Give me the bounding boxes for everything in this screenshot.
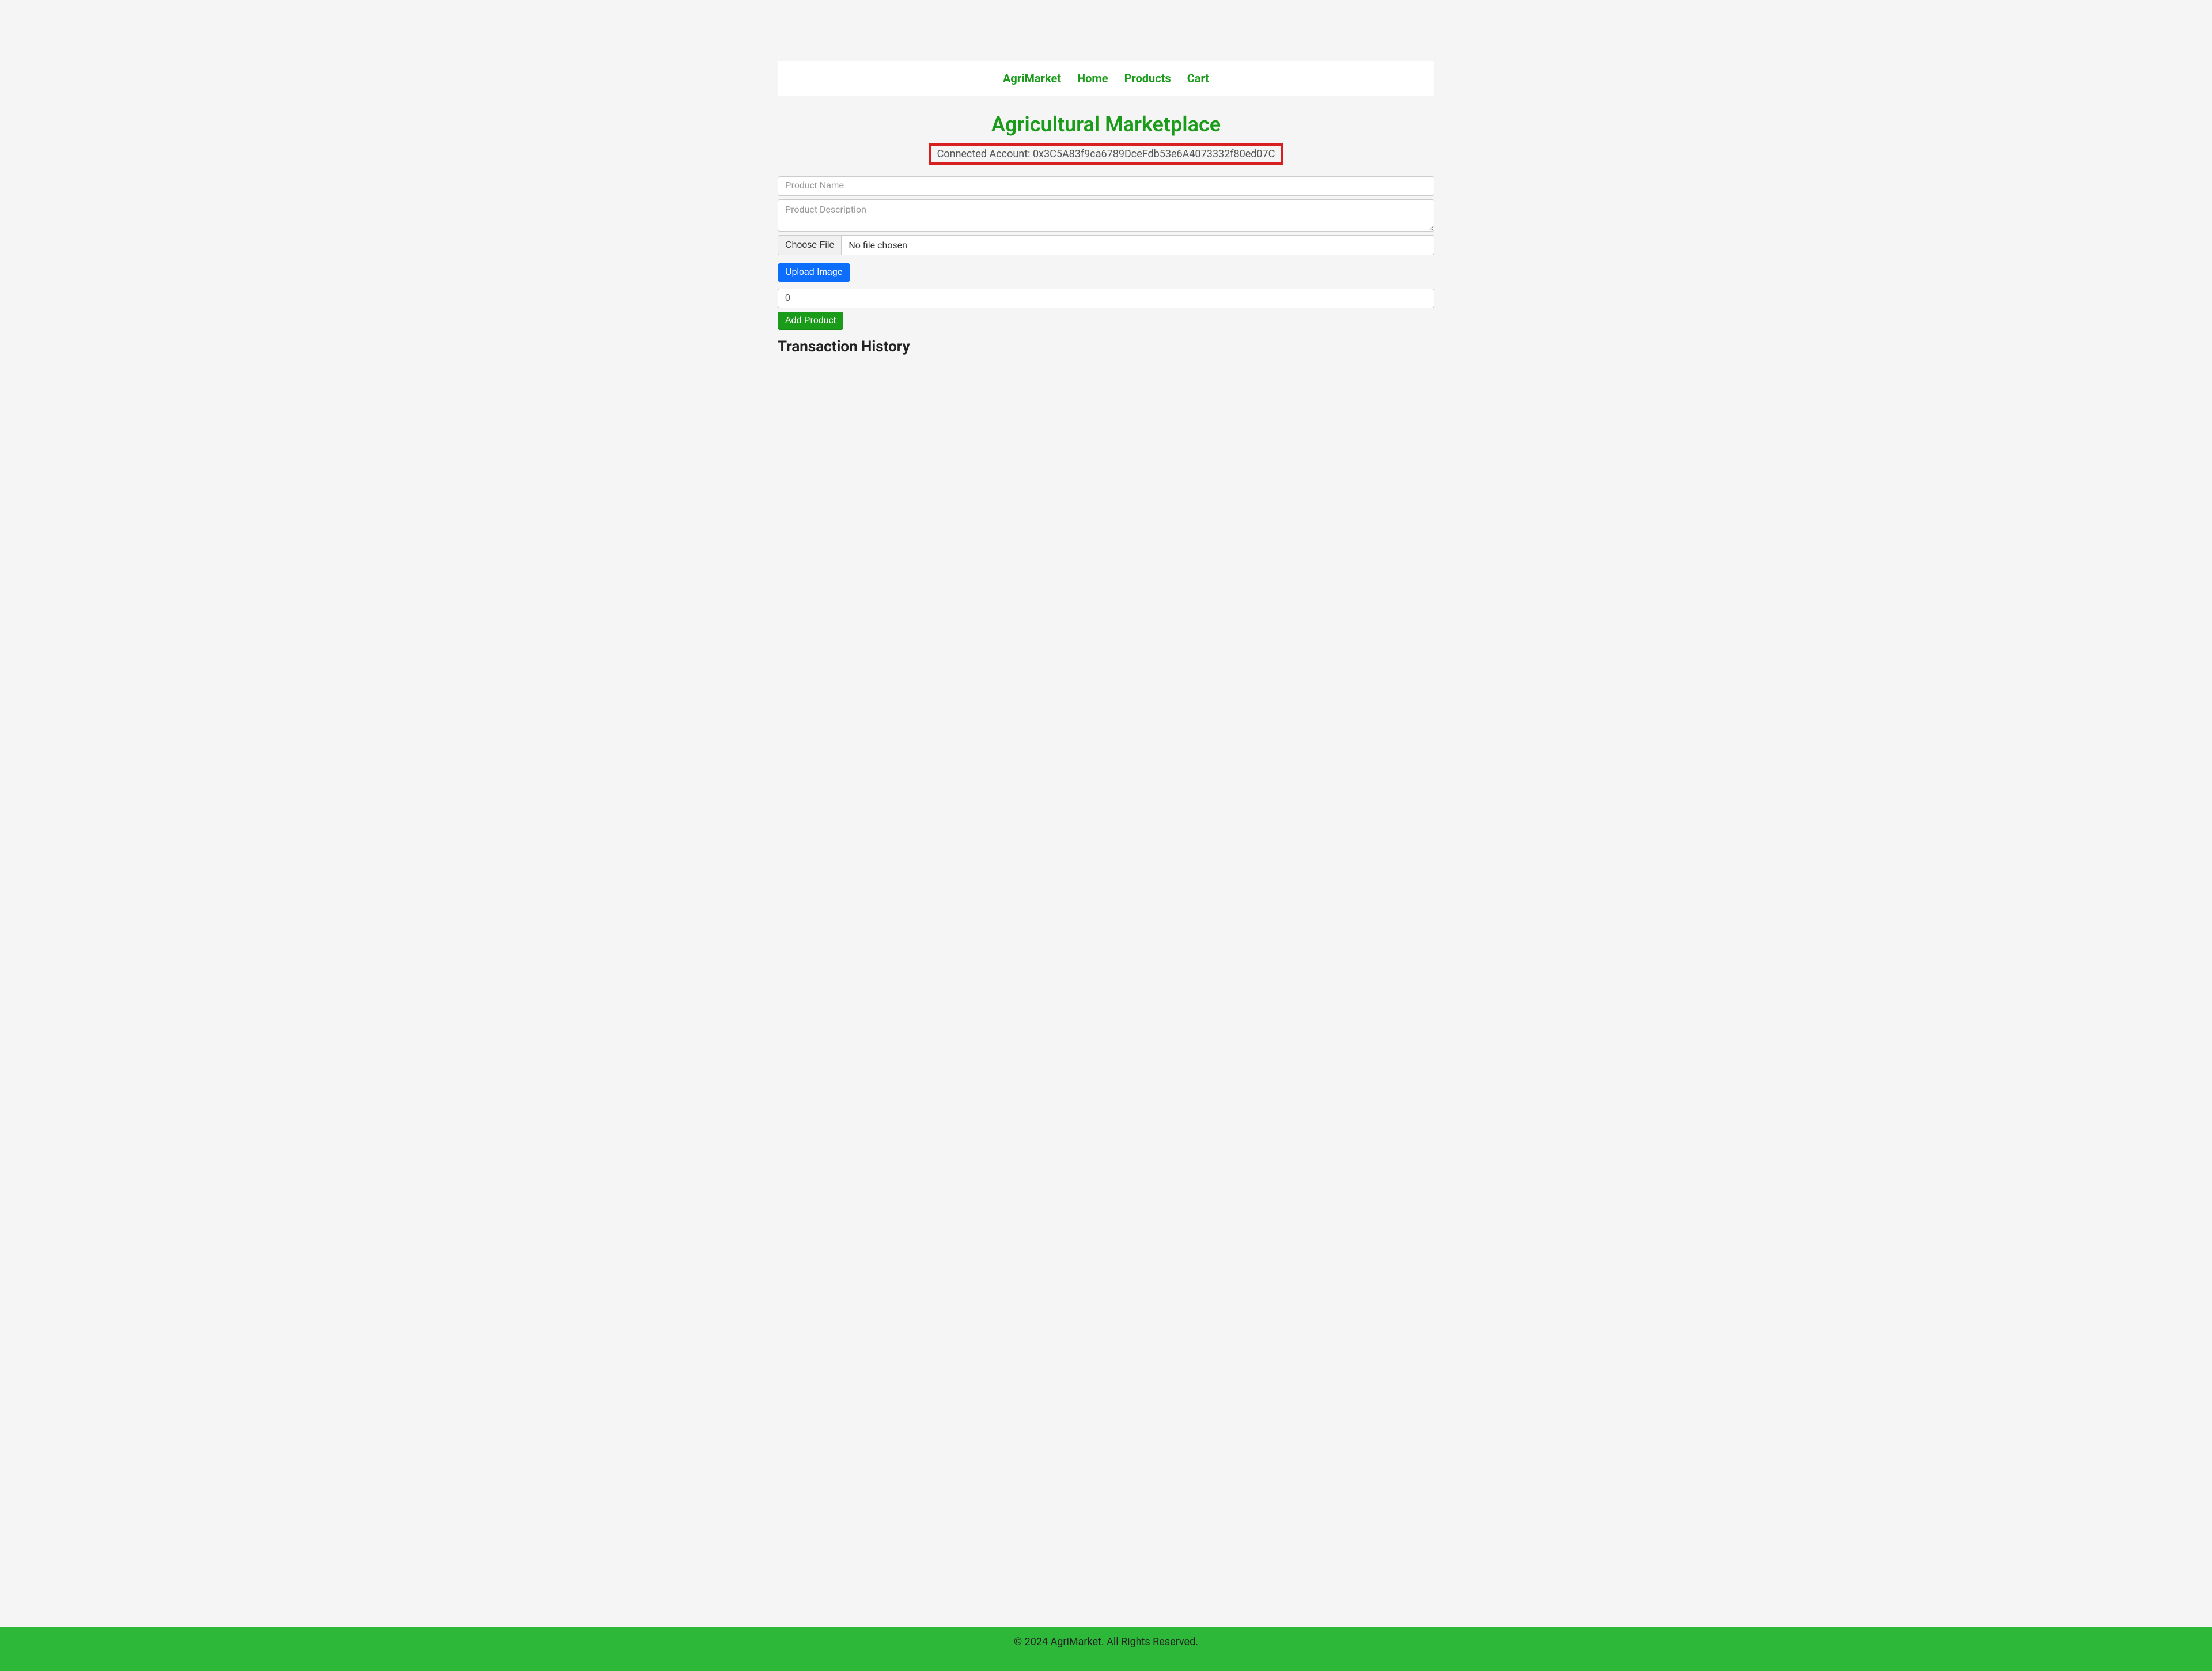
- top-spacer: [0, 0, 2212, 32]
- nav-link-home[interactable]: Home: [1077, 71, 1108, 85]
- navbar: AgriMarket Home Products Cart: [778, 61, 1434, 96]
- file-input[interactable]: Choose File No file chosen: [778, 235, 1434, 255]
- footer-text: © 2024 AgriMarket. All Rights Reserved.: [1014, 1636, 1198, 1648]
- nav-link-cart[interactable]: Cart: [1187, 71, 1209, 85]
- add-product-button[interactable]: Add Product: [778, 312, 843, 330]
- file-status-label: No file chosen: [842, 236, 1434, 255]
- choose-file-button[interactable]: Choose File: [778, 236, 842, 255]
- upload-image-button[interactable]: Upload Image: [778, 263, 850, 282]
- product-name-input[interactable]: [778, 176, 1434, 196]
- product-description-input[interactable]: [778, 199, 1434, 232]
- price-input[interactable]: [778, 289, 1434, 308]
- navbar-brand[interactable]: AgriMarket: [1003, 71, 1061, 85]
- nav-link-products[interactable]: Products: [1124, 71, 1171, 85]
- footer: © 2024 AgriMarket. All Rights Reserved.: [0, 1627, 2212, 1671]
- transaction-history-heading: Transaction History: [778, 338, 1434, 355]
- connected-account-label: Connected Account: 0x3C5A83f9ca6789DceFd…: [929, 143, 1283, 165]
- page-title: Agricultural Marketplace: [778, 112, 1434, 137]
